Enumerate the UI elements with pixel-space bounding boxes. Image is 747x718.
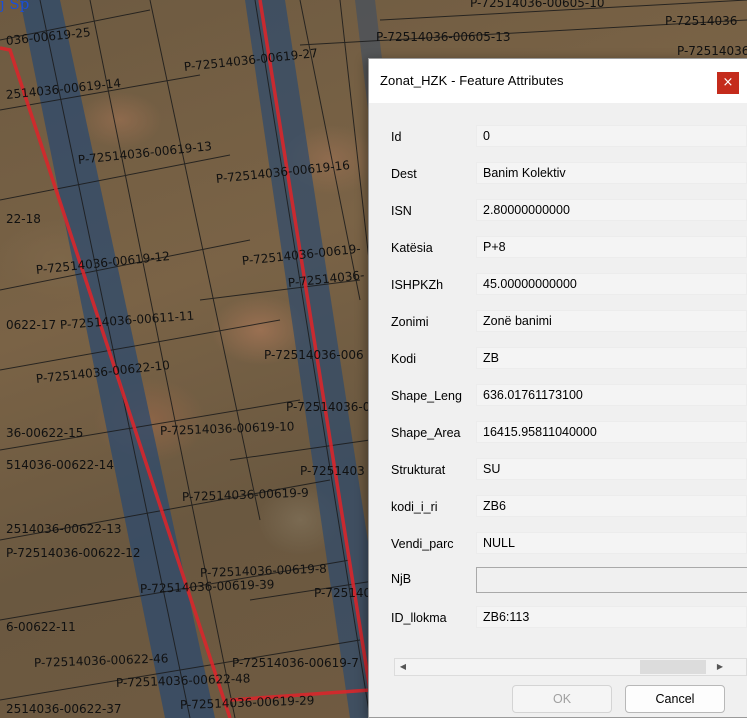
attribute-label: Zonimi <box>391 315 429 329</box>
map-corner-label: j Sp <box>0 0 30 13</box>
attribute-row-isn: ISN 2.80000000000 <box>378 199 747 225</box>
attribute-row-id: Id 0 <box>378 125 747 151</box>
attribute-value[interactable]: Zonë banimi <box>476 310 747 332</box>
attribute-value[interactable]: 16415.95811040000 <box>476 421 747 443</box>
attribute-panel: Id 0 Dest Banim Kolektiv ISN 2.800000000… <box>378 115 747 705</box>
horizontal-scrollbar[interactable]: ◀ ▶ <box>394 658 747 676</box>
feature-attributes-dialog: Zonat_HZK - Feature Attributes × Id 0 De… <box>368 58 747 718</box>
road-strip <box>20 0 215 718</box>
parcel-label: P-7251403 <box>300 464 365 478</box>
parcel-label: 2514036-00622-13 <box>6 522 122 536</box>
attribute-value[interactable]: SU <box>476 458 747 480</box>
parcel-label: P-72514036-00605-13 <box>376 30 511 44</box>
attribute-row-zonimi: Zonimi Zonë banimi <box>378 310 747 336</box>
attribute-value[interactable]: ZB6 <box>476 495 747 517</box>
scroll-right-icon[interactable]: ▶ <box>714 661 726 673</box>
parcel-label: P-72514036-0 <box>286 400 371 414</box>
attribute-label: ID_llokma <box>391 611 447 625</box>
attribute-row-kodi: Kodi ZB <box>378 347 747 373</box>
attribute-row-dest: Dest Banim Kolektiv <box>378 162 747 188</box>
attribute-row-id-llokma: ID_llokma ZB6:113 <box>378 606 747 632</box>
parcel-label: P-72514036-00622-12 <box>6 546 141 560</box>
attribute-label: Id <box>391 130 402 144</box>
parcel-label: 2514036-00622-37 <box>6 702 122 716</box>
attribute-value[interactable]: 45.00000000000 <box>476 273 747 295</box>
attribute-value[interactable]: 636.01761173100 <box>476 384 747 406</box>
attribute-row-vendi-parc: Vendi_parc NULL <box>378 532 747 558</box>
ok-button[interactable]: OK <box>512 685 612 713</box>
close-button[interactable]: × <box>717 72 739 94</box>
parcel-label: P-72514036-006 <box>264 348 364 362</box>
scroll-left-icon[interactable]: ◀ <box>397 661 409 673</box>
dialog-title: Zonat_HZK - Feature Attributes <box>380 73 564 88</box>
attribute-label: Strukturat <box>391 463 446 477</box>
attribute-row-ishpkzh: ISHPKZh 45.00000000000 <box>378 273 747 299</box>
attribute-label: ISN <box>391 204 412 218</box>
parcel-label: 0622-17 <box>6 318 57 332</box>
attribute-row-strukturat: Strukturat SU <box>378 458 747 484</box>
attribute-row-njb: NjB <box>378 567 747 593</box>
attribute-value[interactable]: NULL <box>476 532 747 554</box>
dialog-titlebar[interactable]: Zonat_HZK - Feature Attributes × <box>369 59 747 103</box>
parcel-label: 22-18 <box>6 212 41 226</box>
attribute-row-kodi-i-ri: kodi_i_ri ZB6 <box>378 495 747 521</box>
attribute-value[interactable]: ZB <box>476 347 747 369</box>
njb-input[interactable] <box>476 567 747 593</box>
attribute-row-shape-area: Shape_Area 16415.95811040000 <box>378 421 747 447</box>
attribute-label: Katësia <box>391 241 433 255</box>
parcel-label: P-72514036- <box>677 44 747 58</box>
cancel-button[interactable]: Cancel <box>625 685 725 713</box>
attribute-label: Dest <box>391 167 417 181</box>
attribute-value[interactable]: ZB6:113 <box>476 606 747 628</box>
attribute-label: Vendi_parc <box>391 537 454 551</box>
scrollbar-thumb[interactable] <box>640 660 706 674</box>
parcel-label: 514036-00622-14 <box>6 458 114 472</box>
parcel-label: 6-00622-11 <box>6 620 76 634</box>
parcel-label: P-72514036-00605-10 <box>470 0 605 10</box>
attribute-row-katesia: Katësia P+8 <box>378 236 747 262</box>
attribute-value[interactable]: P+8 <box>476 236 747 258</box>
parcel-label: P-72514036 <box>665 14 738 28</box>
attribute-label: ISHPKZh <box>391 278 444 292</box>
attribute-value[interactable]: Banim Kolektiv <box>476 162 747 184</box>
attribute-label: Shape_Area <box>391 426 461 440</box>
attribute-label: NjB <box>391 572 412 586</box>
attribute-value[interactable]: 0 <box>476 125 747 147</box>
attribute-value[interactable]: 2.80000000000 <box>476 199 747 221</box>
attribute-label: kodi_i_ri <box>391 500 438 514</box>
parcel-label: P-72514036-00619-7 <box>232 656 359 670</box>
attribute-row-shape-leng: Shape_Leng 636.01761173100 <box>378 384 747 410</box>
attribute-label: Kodi <box>391 352 417 366</box>
attribute-label: Shape_Leng <box>391 389 462 403</box>
parcel-label: 36-00622-15 <box>6 426 84 440</box>
